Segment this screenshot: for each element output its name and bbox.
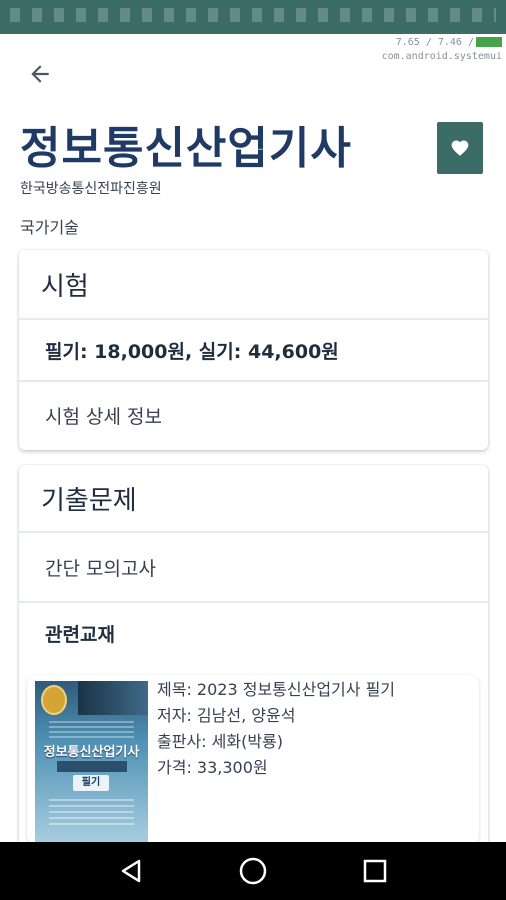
exam-heading: 시험 [19, 250, 488, 320]
nav-home-icon [239, 857, 267, 885]
arrow-left-icon [31, 65, 49, 83]
favorite-button[interactable] [437, 122, 483, 174]
exam-fee: 필기: 18,000원, 실기: 44,600원 [19, 320, 488, 382]
past-exams-heading: 기출문제 [19, 465, 488, 533]
debug-overlay: 7.65 / 7.46 / com.android.systemui [382, 36, 502, 64]
nav-back-button[interactable] [111, 851, 151, 891]
cover-title: 정보통신산업기사 [43, 745, 140, 760]
book-title: 제목: 2023 정보통신산업기사 필기 [157, 680, 396, 699]
category-label: 국가기술 [20, 218, 79, 237]
mock-exam-link[interactable]: 간단 모의고사 [19, 533, 488, 603]
back-button[interactable] [20, 54, 60, 94]
nav-home-button[interactable] [233, 851, 273, 891]
nav-recents-icon [363, 859, 387, 883]
book-card[interactable]: 정보통신산업기사 필기 제목: 2023 정보통신산업기사 필기 저자: 김남선… [27, 675, 479, 845]
navigation-bar [0, 842, 506, 900]
cover-subtext [49, 721, 134, 739]
medal-icon [41, 685, 67, 715]
heart-icon [451, 140, 469, 156]
cover-tag [57, 761, 127, 772]
status-bar [0, 0, 506, 34]
cover-photo [78, 681, 148, 715]
nav-recents-button[interactable] [355, 851, 395, 891]
exam-card: 시험 필기: 18,000원, 실기: 44,600원 시험 상세 정보 [19, 250, 488, 450]
book-price: 가격: 33,300원 [157, 758, 268, 777]
cover-badge: 필기 [73, 775, 109, 791]
book-author: 저자: 김남선, 양윤석 [157, 706, 296, 725]
organization-label: 한국방송통신전파진흥원 [20, 181, 162, 197]
debug-line-1: 7.65 / 7.46 / [395, 37, 474, 48]
book-cover-image: 정보통신산업기사 필기 [35, 681, 148, 845]
exam-detail-link[interactable]: 시험 상세 정보 [19, 382, 488, 448]
status-icons-blurred [10, 8, 496, 22]
related-books-heading: 관련교재 [45, 623, 115, 646]
page-title: 정보통신산업기사 [20, 123, 352, 174]
debug-bar [476, 37, 502, 47]
book-publisher: 출판사: 세화(박룡) [157, 732, 284, 751]
nav-back-icon [121, 859, 141, 883]
cover-details [49, 799, 134, 829]
debug-line-2: com.android.systemui [381, 51, 502, 62]
book-info: 제목: 2023 정보통신산업기사 필기 저자: 김남선, 양윤석 출판사: 세… [157, 677, 395, 781]
